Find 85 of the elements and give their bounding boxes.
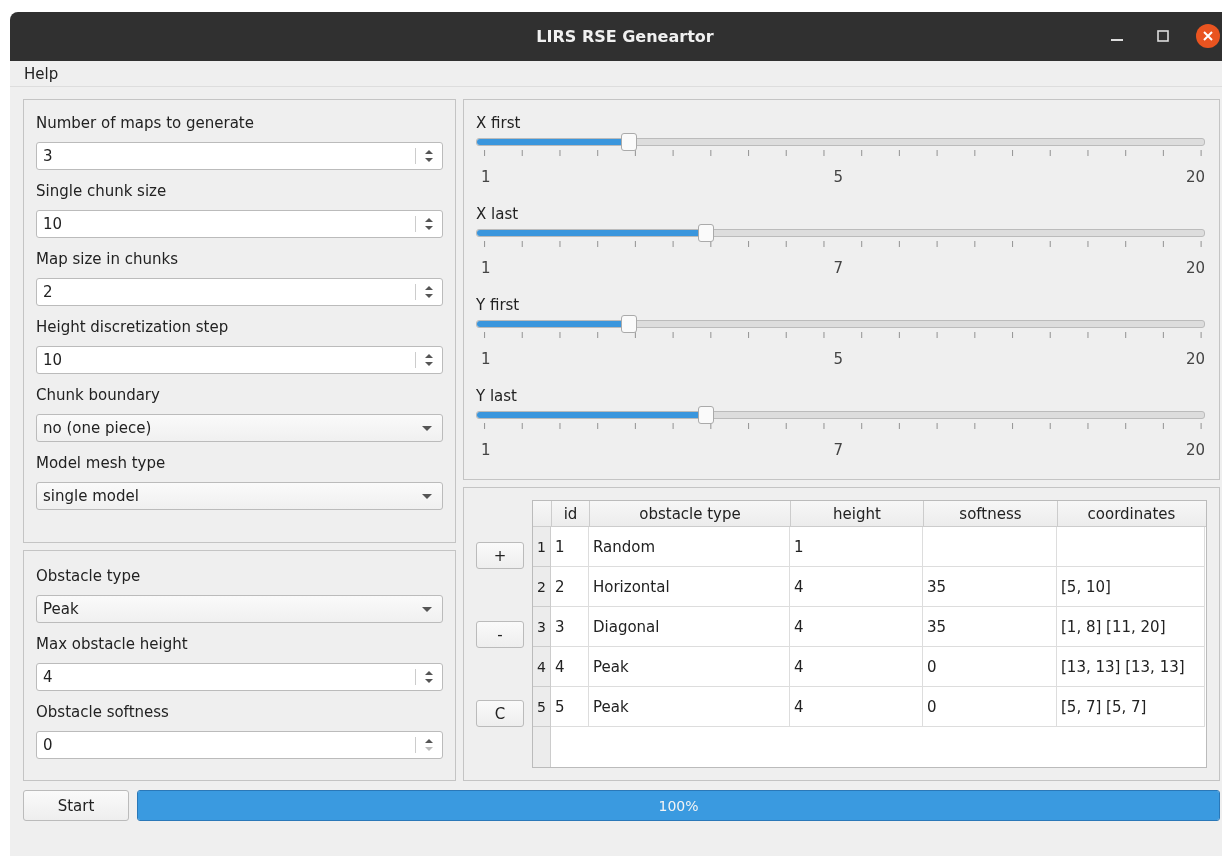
- tick-label: 7: [833, 259, 843, 277]
- menu-item[interactable]: Help: [24, 64, 59, 83]
- field-label: Model mesh type: [36, 453, 166, 474]
- table-cell: 2: [551, 567, 589, 607]
- close-icon[interactable]: [1196, 24, 1220, 48]
- tick-label: 20: [1185, 441, 1205, 459]
- row-header[interactable]: 2: [533, 567, 551, 607]
- caret-icon: [422, 425, 432, 431]
- spin-box[interactable]: 10: [36, 346, 443, 374]
- tick-label: 1: [481, 259, 491, 277]
- tick-label: 5: [833, 350, 843, 368]
- spin-box[interactable]: 10: [36, 210, 443, 238]
- spin-box[interactable]: 2: [36, 278, 443, 306]
- progress-text: 100%: [658, 797, 699, 814]
- table-button[interactable]: -: [476, 621, 524, 648]
- column-header[interactable]: obstacle type: [589, 501, 790, 526]
- slider[interactable]: [476, 133, 1205, 151]
- tick-label: 1: [481, 350, 491, 368]
- field-label: Height discretization step: [36, 317, 229, 338]
- caret-icon: [422, 606, 432, 612]
- table-cell: Diagonal: [589, 607, 790, 647]
- table-cell: [5, 7] [5, 7]: [1057, 687, 1205, 727]
- tick-label: 20: [1185, 168, 1205, 186]
- table-cell: 4: [790, 647, 923, 687]
- maximize-icon[interactable]: [1157, 30, 1169, 42]
- field-label: Obstacle softness: [36, 702, 169, 723]
- table-button[interactable]: +: [476, 542, 524, 569]
- caret-icon: [422, 493, 432, 499]
- row-header[interactable]: 3: [533, 607, 551, 647]
- field-label: Max obstacle height: [36, 634, 188, 655]
- table-cell: 1: [551, 527, 589, 567]
- row-header[interactable]: 5: [533, 687, 551, 727]
- table-cell: [13, 13] [13, 13]: [1057, 647, 1205, 687]
- field-label: Chunk boundary: [36, 385, 160, 406]
- table-cell: 4: [790, 607, 923, 647]
- table-cell: Horizontal: [589, 567, 790, 607]
- slider-label: X last: [476, 204, 519, 225]
- start-button[interactable]: Start: [23, 790, 129, 821]
- spin-box[interactable]: 3: [36, 142, 443, 170]
- tick-label: 1: [481, 441, 491, 459]
- spin-box[interactable]: 4: [36, 663, 443, 691]
- minimize-icon[interactable]: [1111, 38, 1123, 42]
- slider-label: Y first: [476, 295, 520, 316]
- table-cell: Peak: [589, 687, 790, 727]
- table-cell: Random: [589, 527, 790, 567]
- table-cell: Peak: [589, 647, 790, 687]
- table-cell: 5: [551, 687, 589, 727]
- table-cell: 35: [923, 607, 1057, 647]
- dropdown[interactable]: no (one piece): [36, 414, 443, 442]
- slider[interactable]: [476, 406, 1205, 424]
- tick-label: 1: [481, 168, 491, 186]
- table-cell: 4: [790, 687, 923, 727]
- row-header[interactable]: 1: [533, 527, 551, 567]
- tick-label: 5: [833, 168, 843, 186]
- table-cell: [5, 10]: [1057, 567, 1205, 607]
- row-header-strip: [533, 727, 551, 767]
- tick-label: 20: [1185, 259, 1205, 277]
- slider[interactable]: [476, 224, 1205, 242]
- field-label: Single chunk size: [36, 181, 167, 202]
- field-label: Number of maps to generate: [36, 113, 254, 134]
- table-cell: 0: [923, 687, 1057, 727]
- dropdown[interactable]: Peak: [36, 595, 443, 623]
- table-cell: 0: [923, 647, 1057, 687]
- table-cell: 35: [923, 567, 1057, 607]
- dropdown[interactable]: single model: [36, 482, 443, 510]
- table-cell: 4: [790, 567, 923, 607]
- table-cell: 1: [790, 527, 923, 567]
- field-label: Map size in chunks: [36, 249, 178, 270]
- column-header[interactable]: id: [551, 501, 589, 526]
- slider[interactable]: [476, 315, 1205, 333]
- slider-label: Y last: [476, 386, 517, 407]
- spin-box[interactable]: 0: [36, 731, 443, 759]
- column-header[interactable]: coordinates: [1057, 501, 1205, 526]
- table-cell: [1, 8] [11, 20]: [1057, 607, 1205, 647]
- table-button[interactable]: C: [476, 700, 524, 727]
- field-label: Obstacle type: [36, 566, 141, 587]
- tick-label: 7: [833, 441, 843, 459]
- window-title: LIRS RSE Geneartor: [536, 27, 714, 46]
- slider-label: X first: [476, 113, 521, 134]
- row-header[interactable]: 4: [533, 647, 551, 687]
- column-header[interactable]: softness: [923, 501, 1057, 526]
- tick-label: 20: [1185, 350, 1205, 368]
- table-cell: 4: [551, 647, 589, 687]
- table-cell: 3: [551, 607, 589, 647]
- column-header[interactable]: height: [790, 501, 923, 526]
